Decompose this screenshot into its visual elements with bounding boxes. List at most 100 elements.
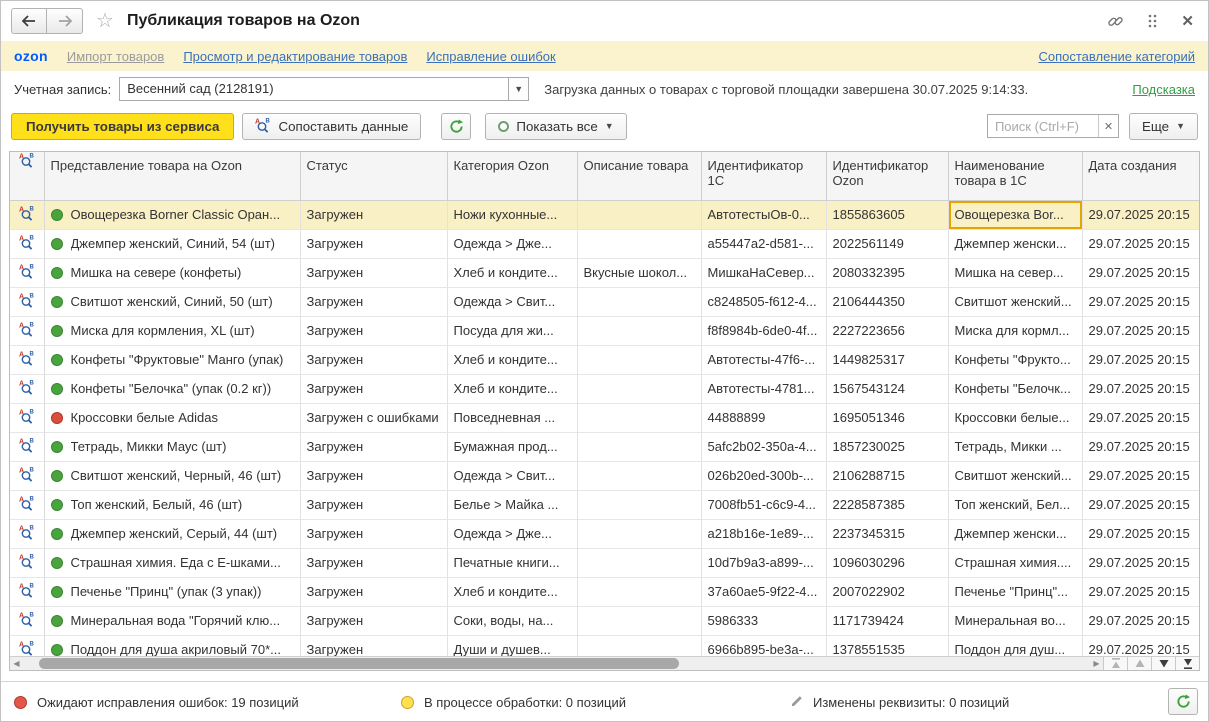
created-cell[interactable]: 29.07.2025 20:15 bbox=[1082, 490, 1200, 519]
get-products-button[interactable]: Получить товары из сервиса bbox=[11, 113, 234, 140]
id-1c-cell[interactable]: f8f8984b-6de0-4f... bbox=[701, 316, 826, 345]
favorite-star-icon[interactable]: ☆ bbox=[96, 11, 114, 31]
product-name-cell[interactable]: Овощерезка Borner Classic Оран... bbox=[44, 200, 300, 229]
category-cell[interactable]: Одежда > Дже... bbox=[447, 229, 577, 258]
compare-icon[interactable]: AB bbox=[10, 432, 44, 461]
status-cell[interactable]: Загружен bbox=[300, 606, 447, 635]
category-cell[interactable]: Ножи кухонные... bbox=[447, 200, 577, 229]
created-cell[interactable]: 29.07.2025 20:15 bbox=[1082, 200, 1200, 229]
scroll-right-icon[interactable]: ▶ bbox=[1090, 657, 1103, 670]
created-cell[interactable]: 29.07.2025 20:15 bbox=[1082, 606, 1200, 635]
category-cell[interactable]: Белье > Майка ... bbox=[447, 490, 577, 519]
table-row[interactable]: ABТетрадь, Микки Маус (шт)ЗагруженБумажн… bbox=[10, 432, 1200, 461]
link-import-products[interactable]: Импорт товаров bbox=[67, 49, 164, 64]
compare-icon[interactable]: AB bbox=[10, 606, 44, 635]
row-up-button[interactable] bbox=[1127, 657, 1151, 670]
category-cell[interactable]: Посуда для жи... bbox=[447, 316, 577, 345]
description-cell[interactable] bbox=[577, 287, 701, 316]
link-fix-errors[interactable]: Исправление ошибок bbox=[426, 49, 555, 64]
name-1c-cell[interactable]: Джемпер женски... bbox=[948, 229, 1082, 258]
column-header[interactable]: Наименование товара в 1С bbox=[948, 152, 1082, 200]
product-name-cell[interactable]: Кроссовки белые Adidas bbox=[44, 403, 300, 432]
match-data-button[interactable]: A B Сопоставить данные bbox=[242, 113, 421, 140]
table-row[interactable]: ABСвитшот женский, Синий, 50 (шт)Загруже… bbox=[10, 287, 1200, 316]
product-name-cell[interactable]: Джемпер женский, Серый, 44 (шт) bbox=[44, 519, 300, 548]
created-cell[interactable]: 29.07.2025 20:15 bbox=[1082, 229, 1200, 258]
name-1c-cell[interactable]: Джемпер женски... bbox=[948, 519, 1082, 548]
id-ozon-cell[interactable]: 1695051346 bbox=[826, 403, 948, 432]
category-cell[interactable]: Одежда > Свит... bbox=[447, 287, 577, 316]
table-row[interactable]: ABКонфеты "Фруктовые" Манго (упак)Загруж… bbox=[10, 345, 1200, 374]
compare-icon[interactable]: AB bbox=[10, 403, 44, 432]
product-name-cell[interactable]: Свитшот женский, Синий, 50 (шт) bbox=[44, 287, 300, 316]
id-ozon-cell[interactable]: 1449825317 bbox=[826, 345, 948, 374]
product-name-cell[interactable]: Топ женский, Белый, 46 (шт) bbox=[44, 490, 300, 519]
column-header[interactable]: Дата создания bbox=[1082, 152, 1200, 200]
name-1c-cell[interactable]: Минеральная во... bbox=[948, 606, 1082, 635]
table-row[interactable]: ABТоп женский, Белый, 46 (шт)ЗагруженБел… bbox=[10, 490, 1200, 519]
created-cell[interactable]: 29.07.2025 20:15 bbox=[1082, 258, 1200, 287]
status-cell[interactable]: Загружен bbox=[300, 229, 447, 258]
table-row[interactable]: ABКроссовки белые AdidasЗагружен с ошибк… bbox=[10, 403, 1200, 432]
compare-icon[interactable]: AB bbox=[10, 461, 44, 490]
table-row[interactable]: ABСтрашная химия. Еда с Е-шками...Загруж… bbox=[10, 548, 1200, 577]
compare-icon[interactable]: AB bbox=[10, 490, 44, 519]
description-cell[interactable] bbox=[577, 519, 701, 548]
created-cell[interactable]: 29.07.2025 20:15 bbox=[1082, 577, 1200, 606]
name-1c-cell[interactable]: Свитшот женский... bbox=[948, 461, 1082, 490]
product-name-cell[interactable]: Печенье "Принц" (упак (3 упак)) bbox=[44, 577, 300, 606]
id-1c-cell[interactable]: МишкаНаСевер... bbox=[701, 258, 826, 287]
name-1c-cell[interactable]: Топ женский, Бел... bbox=[948, 490, 1082, 519]
description-cell[interactable] bbox=[577, 606, 701, 635]
category-cell[interactable]: Хлеб и кондите... bbox=[447, 577, 577, 606]
status-cell[interactable]: Загружен bbox=[300, 345, 447, 374]
product-name-cell[interactable]: Конфеты "Фруктовые" Манго (упак) bbox=[44, 345, 300, 374]
id-ozon-cell[interactable]: 2080332395 bbox=[826, 258, 948, 287]
compare-icon[interactable]: AB bbox=[10, 200, 44, 229]
category-cell[interactable]: Соки, воды, на... bbox=[447, 606, 577, 635]
column-header[interactable]: Представление товара на Ozon bbox=[44, 152, 300, 200]
id-ozon-cell[interactable]: 2237345315 bbox=[826, 519, 948, 548]
name-1c-cell[interactable]: Кроссовки белые... bbox=[948, 403, 1082, 432]
status-cell[interactable]: Загружен bbox=[300, 577, 447, 606]
product-name-cell[interactable]: Минеральная вода "Горячий клю... bbox=[44, 606, 300, 635]
name-1c-cell[interactable]: Овощерезка Bor... bbox=[948, 200, 1082, 229]
description-cell[interactable] bbox=[577, 432, 701, 461]
product-name-cell[interactable]: Джемпер женский, Синий, 54 (шт) bbox=[44, 229, 300, 258]
product-name-cell[interactable]: Конфеты "Белочка" (упак (0.2 кг)) bbox=[44, 374, 300, 403]
link-category-mapping[interactable]: Сопоставление категорий bbox=[1038, 49, 1195, 64]
refresh-button[interactable] bbox=[441, 113, 471, 140]
status-cell[interactable]: Загружен bbox=[300, 200, 447, 229]
created-cell[interactable]: 29.07.2025 20:15 bbox=[1082, 316, 1200, 345]
id-1c-cell[interactable]: 5afc2b02-350a-4... bbox=[701, 432, 826, 461]
description-cell[interactable] bbox=[577, 548, 701, 577]
id-ozon-cell[interactable]: 2106444350 bbox=[826, 287, 948, 316]
description-cell[interactable] bbox=[577, 345, 701, 374]
name-1c-cell[interactable]: Конфеты "Фрукто... bbox=[948, 345, 1082, 374]
name-1c-cell[interactable]: Конфеты "Белочк... bbox=[948, 374, 1082, 403]
column-header[interactable]: Идентификатор Ozon bbox=[826, 152, 948, 200]
table-row[interactable]: ABКонфеты "Белочка" (упак (0.2 кг))Загру… bbox=[10, 374, 1200, 403]
header-compare-icon[interactable]: AB bbox=[10, 152, 44, 200]
status-cell[interactable]: Загружен bbox=[300, 258, 447, 287]
compare-icon[interactable]: AB bbox=[10, 577, 44, 606]
scroll-left-icon[interactable]: ◀ bbox=[10, 657, 23, 670]
created-cell[interactable]: 29.07.2025 20:15 bbox=[1082, 461, 1200, 490]
category-cell[interactable]: Печатные книги... bbox=[447, 548, 577, 577]
category-cell[interactable]: Хлеб и кондите... bbox=[447, 345, 577, 374]
table-row[interactable]: ABМишка на севере (конфеты)ЗагруженХлеб … bbox=[10, 258, 1200, 287]
id-1c-cell[interactable]: c8248505-f612-4... bbox=[701, 287, 826, 316]
created-cell[interactable]: 29.07.2025 20:15 bbox=[1082, 374, 1200, 403]
id-ozon-cell[interactable]: 2106288715 bbox=[826, 461, 948, 490]
created-cell[interactable]: 29.07.2025 20:15 bbox=[1082, 548, 1200, 577]
row-down-button[interactable] bbox=[1151, 657, 1175, 670]
forward-button[interactable] bbox=[47, 8, 83, 34]
status-cell[interactable]: Загружен bbox=[300, 490, 447, 519]
description-cell[interactable] bbox=[577, 403, 701, 432]
created-cell[interactable]: 29.07.2025 20:15 bbox=[1082, 403, 1200, 432]
account-dropdown-button[interactable]: ▼ bbox=[508, 78, 528, 100]
compare-icon[interactable]: AB bbox=[10, 548, 44, 577]
category-cell[interactable]: Бумажная прод... bbox=[447, 432, 577, 461]
compare-icon[interactable]: AB bbox=[10, 316, 44, 345]
close-icon[interactable]: ✕ bbox=[1181, 12, 1194, 30]
